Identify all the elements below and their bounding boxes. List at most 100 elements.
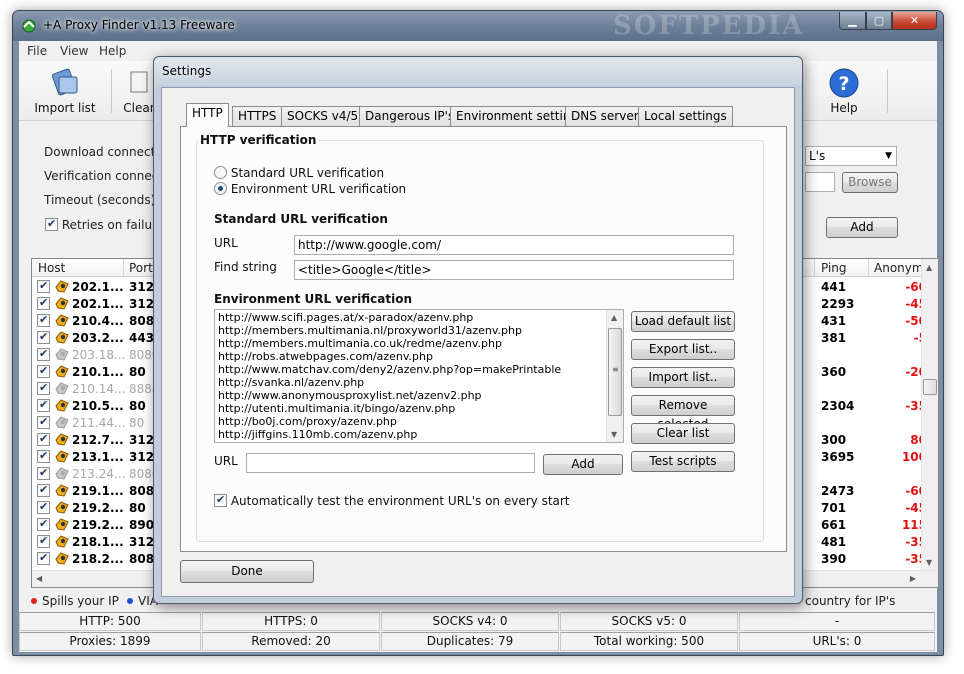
add-url-button[interactable]: Add (543, 454, 623, 475)
scroll-down-icon[interactable]: ▼ (611, 430, 617, 439)
row-port: 80 (129, 365, 146, 379)
list-item[interactable]: http://jiffgins.110mb.com/azenv.php (218, 428, 417, 441)
row-checkbox[interactable] (37, 364, 50, 378)
status-dash: - (739, 612, 935, 631)
auto-test-checkbox[interactable]: Automatically test the environment URL's… (214, 493, 570, 508)
row-host: 202.1... (72, 280, 124, 294)
row-checkbox[interactable] (37, 517, 50, 531)
row-checkbox[interactable] (37, 415, 50, 429)
add-url-input[interactable] (246, 453, 535, 473)
row-checkbox[interactable] (37, 551, 50, 565)
env-scroll-thumb[interactable]: ≡ (608, 328, 622, 416)
done-button[interactable]: Done (180, 560, 314, 583)
row-host: 213.1... (72, 450, 124, 464)
row-checkbox[interactable] (37, 432, 50, 446)
row-host: 212.7... (72, 433, 124, 447)
scroll-down-icon[interactable]: ▼ (926, 558, 932, 567)
tab-local-settings[interactable]: Local settings (638, 106, 733, 126)
browse-button[interactable]: Browse (842, 172, 898, 193)
row-checkbox[interactable] (37, 381, 50, 395)
row-checkbox[interactable] (37, 500, 50, 514)
add-button[interactable]: Add (826, 217, 898, 238)
list-item[interactable]: http://www.matchav.com/deny2/azenv.php?o… (218, 363, 561, 376)
close-button[interactable]: ✕ (892, 12, 937, 30)
env-list-scrollbar[interactable]: ▲ ≡ ▼ (606, 310, 623, 442)
minimize-button[interactable]: ▁ (839, 12, 866, 30)
list-scroll-thumb[interactable] (923, 379, 937, 395)
load-default-list-button[interactable]: Load default list (631, 311, 735, 332)
row-checkbox[interactable] (37, 449, 50, 463)
import-path-field[interactable] (805, 172, 835, 192)
scroll-up-icon[interactable]: ▲ (611, 313, 617, 322)
red-dot-icon (31, 598, 37, 604)
row-checkbox[interactable] (37, 466, 50, 480)
retries-on-failure-checkbox[interactable]: Retries on failure (45, 217, 164, 232)
list-vertical-scrollbar[interactable]: ▲ ▼ (921, 259, 938, 587)
standard-radio-button[interactable] (214, 166, 227, 179)
title-bar[interactable]: +A Proxy Finder v1.13 Freeware SOFTPEDIA… (13, 11, 943, 41)
verification-dropdown[interactable]: L's ▼ (805, 146, 897, 166)
maximize-button[interactable]: ▢ (866, 12, 892, 30)
row-checkbox[interactable] (37, 296, 50, 310)
row-checkbox[interactable] (37, 534, 50, 548)
environment-radio-button[interactable] (214, 182, 227, 195)
list-item[interactable]: http://www.scifi.pages.at/x-paradox/azen… (218, 311, 473, 324)
remove-selected-button[interactable]: Remove selected (631, 395, 735, 431)
help-button[interactable]: ? Help (819, 63, 869, 119)
row-anonymity: -45 (905, 297, 927, 311)
find-string-input[interactable]: <title>Google</title> (294, 260, 734, 280)
list-item[interactable]: http://www.anonymousproxylist.net/azenv2… (218, 389, 482, 402)
import-list-button[interactable]: Import list (27, 63, 103, 119)
column-ping[interactable]: Ping (821, 261, 847, 275)
list-item[interactable]: http://svanka.nl/azenv.php (218, 376, 364, 389)
row-checkbox[interactable] (37, 483, 50, 497)
auto-test-checkbox-box[interactable] (214, 493, 227, 507)
environment-url-radio[interactable]: Environment URL verification (214, 182, 406, 196)
row-anonymity: 100 (901, 450, 927, 464)
menu-file[interactable]: File (27, 44, 47, 58)
row-checkbox[interactable] (37, 313, 50, 327)
environment-url-list[interactable]: http://www.scifi.pages.at/x-paradox/azen… (214, 309, 624, 443)
scroll-right-icon[interactable]: ▶ (910, 574, 916, 583)
window-title: +A Proxy Finder v1.13 Freeware (43, 18, 235, 32)
retries-checkbox-box[interactable] (45, 217, 58, 231)
column-host[interactable]: Host (38, 261, 65, 275)
row-anonymity: -35 (905, 552, 927, 566)
menu-help[interactable]: Help (99, 44, 126, 58)
proxy-icon (55, 433, 69, 446)
test-scripts-button[interactable]: Test scripts (631, 451, 735, 472)
tab-http[interactable]: HTTP (186, 103, 229, 127)
menu-view[interactable]: View (60, 44, 88, 58)
proxy-inactive-icon (55, 467, 69, 480)
list-item[interactable]: http://utenti.multimania.it/bingo/azenv.… (218, 402, 455, 415)
scroll-up-icon[interactable]: ▲ (926, 263, 932, 272)
column-port[interactable]: Port (129, 261, 153, 275)
row-checkbox[interactable] (37, 279, 50, 293)
export-list-button[interactable]: Export list.. (631, 339, 735, 360)
legend-country: country for IP's (805, 594, 896, 608)
row-checkbox[interactable] (37, 398, 50, 412)
url-label: URL (214, 236, 238, 250)
list-item[interactable]: http://robs.atwebpages.com/azenv.php (218, 350, 433, 363)
import-list-dialog-button[interactable]: Import list.. (631, 367, 735, 388)
list-item[interactable]: http://bo0j.com/proxy/azenv.php (218, 415, 397, 428)
row-ping: 390 (821, 552, 847, 566)
tab-socks[interactable]: SOCKS v4/5 (281, 106, 365, 126)
clear-list-button[interactable]: Clear list (631, 423, 735, 444)
row-checkbox[interactable] (37, 330, 50, 344)
url-input[interactable]: http://www.google.com/ (294, 235, 734, 255)
row-checkbox[interactable] (37, 347, 50, 361)
settings-title: Settings (162, 64, 212, 78)
tab-dangerous-ips[interactable]: Dangerous IP's (359, 106, 461, 126)
row-host: 219.2... (72, 501, 124, 515)
tab-https[interactable]: HTTPS (232, 106, 283, 126)
row-anonymity: -60 (905, 484, 927, 498)
close-icon: ✕ (909, 14, 920, 27)
settings-dialog: Settings HTTP HTTPS SOCKS v4/5 Dangerous… (153, 56, 803, 604)
chevron-down-icon: ▼ (885, 151, 892, 161)
proxy-inactive-icon (55, 348, 69, 361)
standard-url-radio[interactable]: Standard URL verification (214, 166, 384, 180)
scroll-left-icon[interactable]: ◀ (36, 574, 42, 583)
list-item[interactable]: http://members.multimania.co.uk/redme/az… (218, 337, 502, 350)
list-item[interactable]: http://members.multimania.nl/proxyworld3… (218, 324, 522, 337)
